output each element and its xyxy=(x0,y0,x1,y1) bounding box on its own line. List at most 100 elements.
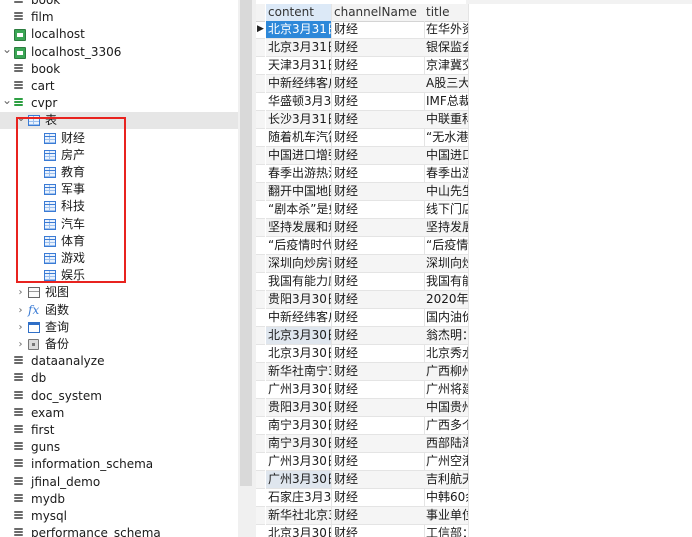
table-row[interactable]: 广州3月30日财经广州将建 xyxy=(256,381,692,399)
cell-content[interactable]: 南宁3月30日 xyxy=(266,417,332,435)
table-row[interactable]: 南宁3月30日财经广西多个 xyxy=(256,417,692,435)
cell-content[interactable]: 深圳向炒房诉 xyxy=(266,255,332,273)
cell-content[interactable]: 新华社南宁3 xyxy=(266,363,332,381)
cell-content[interactable]: 北京3月30日 xyxy=(266,327,332,345)
cell-channelname[interactable]: 财经 xyxy=(332,381,425,399)
chevron-down-icon[interactable]: ⌄ xyxy=(2,41,12,58)
cell-channelname[interactable]: 财经 xyxy=(332,201,425,219)
cell-title[interactable]: 我国有能 xyxy=(424,273,469,291)
cell-title[interactable]: 国内油价 xyxy=(424,309,469,327)
tree-item-views[interactable]: › 视图 xyxy=(0,284,238,301)
tree-item-funcs[interactable]: › fx 函数 xyxy=(0,302,238,319)
cell-channelname[interactable]: 财经 xyxy=(332,273,425,291)
cell-channelname[interactable]: 财经 xyxy=(332,75,425,93)
cell-channelname[interactable]: 财经 xyxy=(332,129,425,147)
cell-channelname[interactable]: 财经 xyxy=(332,165,425,183)
tree-item-cart[interactable]: cart xyxy=(0,78,238,95)
chevron-right-icon[interactable]: › xyxy=(16,302,25,319)
table-row[interactable]: 北京3月31日财经银保监会 xyxy=(256,39,692,57)
cell-content[interactable]: 石家庄3月30 xyxy=(266,489,332,507)
table-row[interactable]: ▶北京3月31日财经在华外资 xyxy=(256,21,692,39)
cell-channelname[interactable]: 财经 xyxy=(332,471,425,489)
table-row[interactable]: 北京3月30日财经工信部： xyxy=(256,525,692,537)
tree-item-t_fangchan[interactable]: 房产 xyxy=(0,147,238,164)
cell-content[interactable]: 贵阳3月30日 xyxy=(266,399,332,417)
cell-title[interactable]: 深圳向炒 xyxy=(424,255,469,273)
cell-channelname[interactable]: 财经 xyxy=(332,507,425,525)
cell-content[interactable]: 北京3月30日 xyxy=(266,345,332,363)
table-row[interactable]: 随着机车汽笛财经“无水港” xyxy=(256,129,692,147)
tree-item-t_tiyu[interactable]: 体育 xyxy=(0,233,238,250)
table-row[interactable]: “后疫情时代”财经“后疫情时 xyxy=(256,237,692,255)
table-row[interactable]: 北京3月30日财经北京秀水 xyxy=(256,345,692,363)
table-row[interactable]: 石家庄3月30财经中韩60余 xyxy=(256,489,692,507)
cell-channelname[interactable]: 财经 xyxy=(332,183,425,201)
cell-content[interactable]: 广州3月30日 xyxy=(266,471,332,489)
table-row[interactable]: 翻开中国地图财经中山先生 xyxy=(256,183,692,201)
table-row[interactable]: 中新经纬客户财经A股三大 xyxy=(256,75,692,93)
cell-title[interactable]: 工信部： xyxy=(424,525,469,537)
cell-channelname[interactable]: 财经 xyxy=(332,93,425,111)
cell-title[interactable]: A股三大 xyxy=(424,75,469,93)
cell-channelname[interactable]: 财经 xyxy=(332,237,425,255)
cell-title[interactable]: 西部陆海 xyxy=(424,435,469,453)
table-row[interactable]: 春季出游热法财经春季出游 xyxy=(256,165,692,183)
cell-channelname[interactable]: 财经 xyxy=(332,399,425,417)
cell-content[interactable]: 新华社北京3 xyxy=(266,507,332,525)
tree-item-book2[interactable]: book xyxy=(0,61,238,78)
tree-item-t_keji[interactable]: 科技 xyxy=(0,198,238,215)
cell-channelname[interactable]: 财经 xyxy=(332,525,425,537)
cell-title[interactable]: “无水港” xyxy=(424,129,469,147)
table-row[interactable]: 深圳向炒房诉财经深圳向炒 xyxy=(256,255,692,273)
cell-channelname[interactable]: 财经 xyxy=(332,417,425,435)
cell-content[interactable]: 长沙3月31日 xyxy=(266,111,332,129)
cell-title[interactable]: 中国贵州 xyxy=(424,399,469,417)
tree-item-first[interactable]: first xyxy=(0,422,238,439)
cell-title[interactable]: IMF总裁 xyxy=(424,93,469,111)
table-row[interactable]: 中新经纬客户财经国内油价 xyxy=(256,309,692,327)
cell-content[interactable]: 中国进口增强 xyxy=(266,147,332,165)
cell-content[interactable]: 广州3月30日 xyxy=(266,453,332,471)
table-row[interactable]: 广州3月30日财经广州空港 xyxy=(256,453,692,471)
tree-item-mydb[interactable]: mydb xyxy=(0,491,238,508)
chevron-right-icon[interactable]: › xyxy=(16,336,25,353)
cell-content[interactable]: 翻开中国地图 xyxy=(266,183,332,201)
tree-item-localhost_3306[interactable]: ⌄ localhost_3306 xyxy=(0,41,238,61)
chevron-down-icon[interactable]: ⌄ xyxy=(16,109,26,126)
table-row[interactable]: 广州3月30日财经吉利航天 xyxy=(256,471,692,489)
table-row[interactable]: 贵阳3月30日财经中国贵州 xyxy=(256,399,692,417)
cell-title[interactable]: 中韩60余 xyxy=(424,489,469,507)
tree-scrollbar[interactable] xyxy=(240,0,252,486)
tree-item-t_youxi[interactable]: 游戏 xyxy=(0,250,238,267)
cell-title[interactable]: 京津冀交 xyxy=(424,57,469,75)
tree-item-t_caijing[interactable]: 财经 xyxy=(0,130,238,147)
table-row[interactable]: 我国有能力应财经我国有能 xyxy=(256,273,692,291)
column-header-content[interactable]: content xyxy=(266,4,332,22)
cell-channelname[interactable]: 财经 xyxy=(332,57,425,75)
tree-item-exam[interactable]: exam xyxy=(0,405,238,422)
cell-channelname[interactable]: 财经 xyxy=(332,291,425,309)
table-row[interactable]: 新华社南宁3财经广西柳州 xyxy=(256,363,692,381)
cell-title[interactable]: 北京秀水 xyxy=(424,345,469,363)
cell-channelname[interactable]: 财经 xyxy=(332,219,425,237)
cell-channelname[interactable]: 财经 xyxy=(332,327,425,345)
table-row[interactable]: 中国进口增强财经中国进口 xyxy=(256,147,692,165)
tree-item-book[interactable]: book xyxy=(0,0,238,9)
table-row[interactable]: 南宁3月30日财经西部陆海 xyxy=(256,435,692,453)
cell-channelname[interactable]: 财经 xyxy=(332,453,425,471)
tree-item-information_schema[interactable]: information_schema xyxy=(0,456,238,473)
cell-content[interactable]: 北京3月31日 xyxy=(266,21,332,39)
cell-title[interactable]: 广西柳州 xyxy=(424,363,469,381)
cell-title[interactable]: 银保监会 xyxy=(424,39,469,57)
cell-title[interactable]: 中山先生 xyxy=(424,183,469,201)
cell-content[interactable]: 贵阳3月30日 xyxy=(266,291,332,309)
column-header-channelname[interactable]: channelName xyxy=(332,4,425,22)
cell-title[interactable]: 广州将建 xyxy=(424,381,469,399)
chevron-right-icon[interactable]: › xyxy=(16,319,25,336)
cell-title[interactable]: 坚持发展 xyxy=(424,219,469,237)
tree-item-performance_schema[interactable]: performance_schema xyxy=(0,525,238,537)
cell-channelname[interactable]: 财经 xyxy=(332,435,425,453)
table-row[interactable]: 北京3月30日财经翁杰明： xyxy=(256,327,692,345)
tree-item-db[interactable]: db xyxy=(0,370,238,387)
tree-item-dataanalyze[interactable]: dataanalyze xyxy=(0,353,238,370)
